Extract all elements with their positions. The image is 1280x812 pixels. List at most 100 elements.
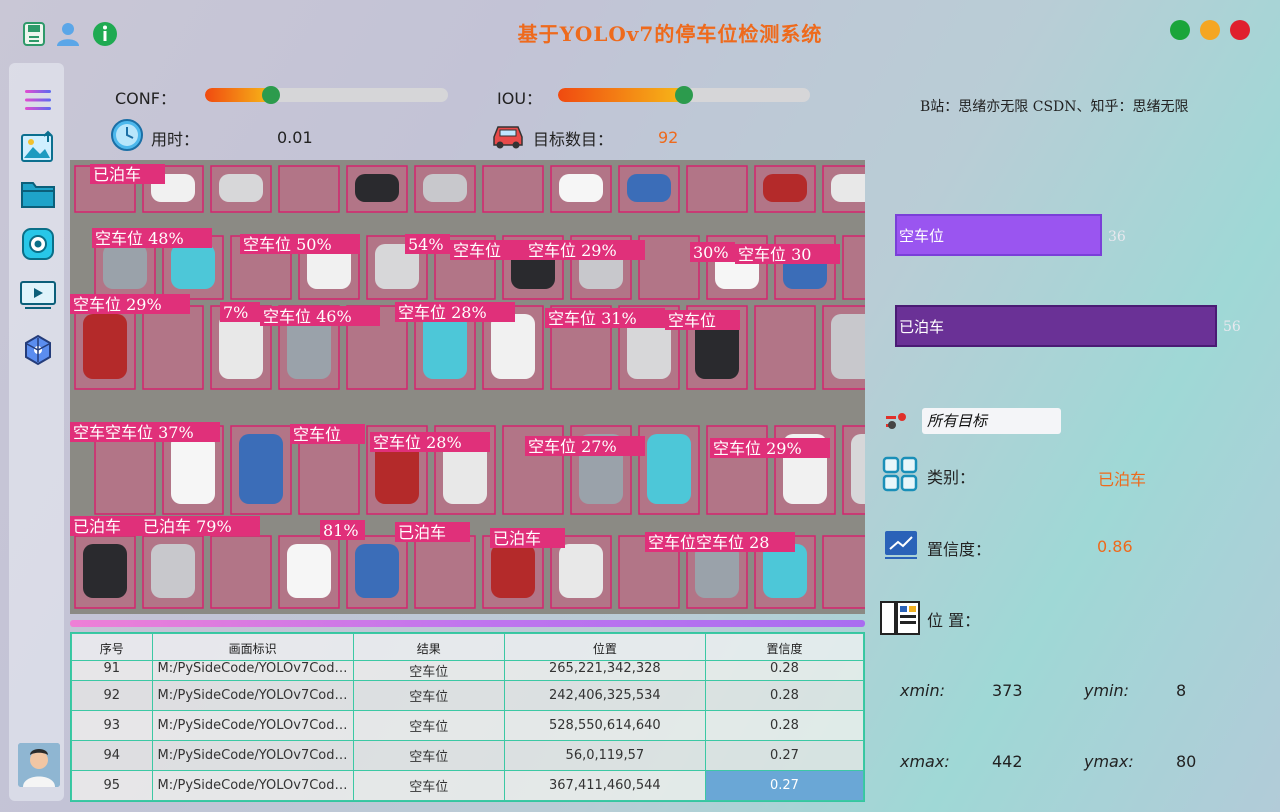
ymin-value: 8 xyxy=(1176,681,1187,700)
row-confidence[interactable]: 0.28 xyxy=(704,680,864,711)
row-result[interactable]: 空车位 xyxy=(352,770,505,801)
row-position[interactable]: 242,406,325,534 xyxy=(503,680,706,711)
confidence-icon xyxy=(884,530,918,560)
row-confidence[interactable]: 0.28 xyxy=(704,710,864,741)
detection-label: 空车位 30 xyxy=(738,245,811,264)
detection-label: 空车位 27% xyxy=(528,437,617,456)
car-shape xyxy=(647,434,691,504)
car-shape xyxy=(559,174,603,202)
detection-label: 已泊车 xyxy=(73,517,121,536)
close-button[interactable] xyxy=(1230,20,1250,40)
row-position[interactable]: 265,221,342,328 xyxy=(503,660,706,681)
empty-space-count: 36 xyxy=(1108,229,1126,245)
xmin-value: 373 xyxy=(992,681,1023,700)
class-value: 已泊车 xyxy=(1098,470,1147,489)
row-source[interactable]: M:/PySideCode/YOLOv7Code/... xyxy=(151,710,354,741)
app-title: 基于YOLOv7的停车位检测系统 xyxy=(517,22,823,46)
row-source[interactable]: M:/PySideCode/YOLOv7Code/... xyxy=(151,660,354,681)
row-position[interactable]: 56,0,119,57 xyxy=(503,740,706,771)
detection-label: 7% xyxy=(223,303,248,322)
car-shape xyxy=(103,244,147,289)
header-source[interactable]: 画面标识 xyxy=(151,633,354,661)
detection-label: 30% xyxy=(693,243,729,262)
time-value: 0.01 xyxy=(277,128,313,147)
avatar[interactable] xyxy=(18,743,60,787)
row-source[interactable]: M:/PySideCode/YOLOv7Code/... xyxy=(151,770,354,801)
car-shape xyxy=(219,314,263,379)
sidebar xyxy=(9,63,64,801)
iou-slider-handle[interactable] xyxy=(675,86,693,104)
row-index[interactable]: 95 xyxy=(71,770,153,801)
detection-label: 已泊车 79% xyxy=(143,517,232,536)
car-shape xyxy=(851,434,865,504)
position-icon xyxy=(880,600,922,636)
conf-slider[interactable] xyxy=(205,88,448,102)
row-confidence[interactable]: 0.27 xyxy=(704,770,864,801)
model-icon[interactable] xyxy=(19,331,57,369)
video-icon[interactable] xyxy=(19,276,57,314)
header-position[interactable]: 位置 xyxy=(503,633,706,661)
row-confidence[interactable]: 0.27 xyxy=(704,740,864,771)
row-index[interactable]: 91 xyxy=(71,660,153,681)
row-position[interactable]: 528,550,614,640 xyxy=(503,710,706,741)
parked-count: 56 xyxy=(1223,319,1241,335)
class-label: 类别： xyxy=(927,468,976,487)
detection-box xyxy=(414,535,476,609)
car-shape xyxy=(491,314,535,379)
detection-label: 空车位 28% xyxy=(398,303,487,322)
row-result[interactable]: 空车位 xyxy=(352,660,505,681)
row-result[interactable]: 空车位 xyxy=(352,710,505,741)
detection-label: 已泊车 xyxy=(398,523,446,542)
header-result[interactable]: 结果 xyxy=(352,633,505,661)
detection-label: 空车位 xyxy=(453,241,501,260)
table-row[interactable]: 92 M:/PySideCode/YOLOv7Code/... 空车位 242,406… xyxy=(71,680,864,711)
credit-text: B站：思绪亦无限 CSDN、知乎：思绪无限 xyxy=(920,99,1189,115)
row-confidence[interactable]: 0.28 xyxy=(704,660,864,681)
filter-icon xyxy=(884,410,910,432)
minimize-button[interactable] xyxy=(1200,20,1220,40)
clock-icon xyxy=(110,118,144,152)
table-row[interactable]: 95 M:/PySideCode/YOLOv7Code/... 空车位 367,411… xyxy=(71,770,864,801)
car-shape xyxy=(239,434,283,504)
table-header-row: 序号 画面标识 结果 位置 置信度 xyxy=(71,633,864,661)
table-row[interactable]: 94 M:/PySideCode/YOLOv7Code/... 空车位 56,0,11… xyxy=(71,740,864,771)
car-shape xyxy=(559,544,603,598)
menu-icon[interactable] xyxy=(19,81,57,119)
car-shape xyxy=(491,544,535,598)
camera-icon[interactable] xyxy=(19,225,57,263)
row-position[interactable]: 367,411,460,544 xyxy=(503,770,706,801)
row-source[interactable]: M:/PySideCode/YOLOv7Code/... xyxy=(151,740,354,771)
row-index[interactable]: 93 xyxy=(71,710,153,741)
car-shape xyxy=(695,544,739,598)
empty-space-bar-label: 空车位 xyxy=(899,226,945,245)
detection-label: 空车位 31% xyxy=(548,309,637,328)
detection-image[interactable]: 已泊车 空车位 48% 空车位 50% 54% 空车位 空车位 29% 30% 空车位 3… xyxy=(70,160,865,614)
image-upload-icon[interactable] xyxy=(19,128,57,166)
row-index[interactable]: 92 xyxy=(71,680,153,711)
target-select[interactable]: 所有目标 xyxy=(922,408,1061,434)
results-table[interactable]: 序号 画面标识 结果 位置 置信度 91 M:/PySideCode/YOLOv7… xyxy=(70,632,865,802)
maximize-button[interactable] xyxy=(1170,20,1190,40)
detection-box xyxy=(686,165,748,213)
car-shape xyxy=(627,174,671,202)
row-source[interactable]: M:/PySideCode/YOLOv7Code/... xyxy=(151,680,354,711)
parked-bar: 已泊车 xyxy=(895,305,1217,347)
car-shape xyxy=(219,174,263,202)
car-shape xyxy=(355,544,399,598)
detection-label: 81% xyxy=(323,521,359,540)
conf-slider-handle[interactable] xyxy=(262,86,280,104)
header-confidence[interactable]: 置信度 xyxy=(704,633,864,661)
detection-label: 空车位 29% xyxy=(713,439,802,458)
table-row[interactable]: 91 M:/PySideCode/YOLOv7Code/... 空车位 265,221… xyxy=(71,660,864,681)
count-value: 92 xyxy=(658,128,679,147)
row-result[interactable]: 空车位 xyxy=(352,680,505,711)
car-shape xyxy=(423,174,467,202)
folder-icon[interactable] xyxy=(19,175,57,213)
row-index[interactable]: 94 xyxy=(71,740,153,771)
detection-label: 空车位 48% xyxy=(95,229,184,248)
car-icon xyxy=(490,121,526,149)
position-label: 位 置： xyxy=(927,611,981,630)
header-index[interactable]: 序号 xyxy=(71,633,153,661)
row-result[interactable]: 空车位 xyxy=(352,740,505,771)
table-row[interactable]: 93 M:/PySideCode/YOLOv7Code/... 空车位 528,550… xyxy=(71,710,864,741)
